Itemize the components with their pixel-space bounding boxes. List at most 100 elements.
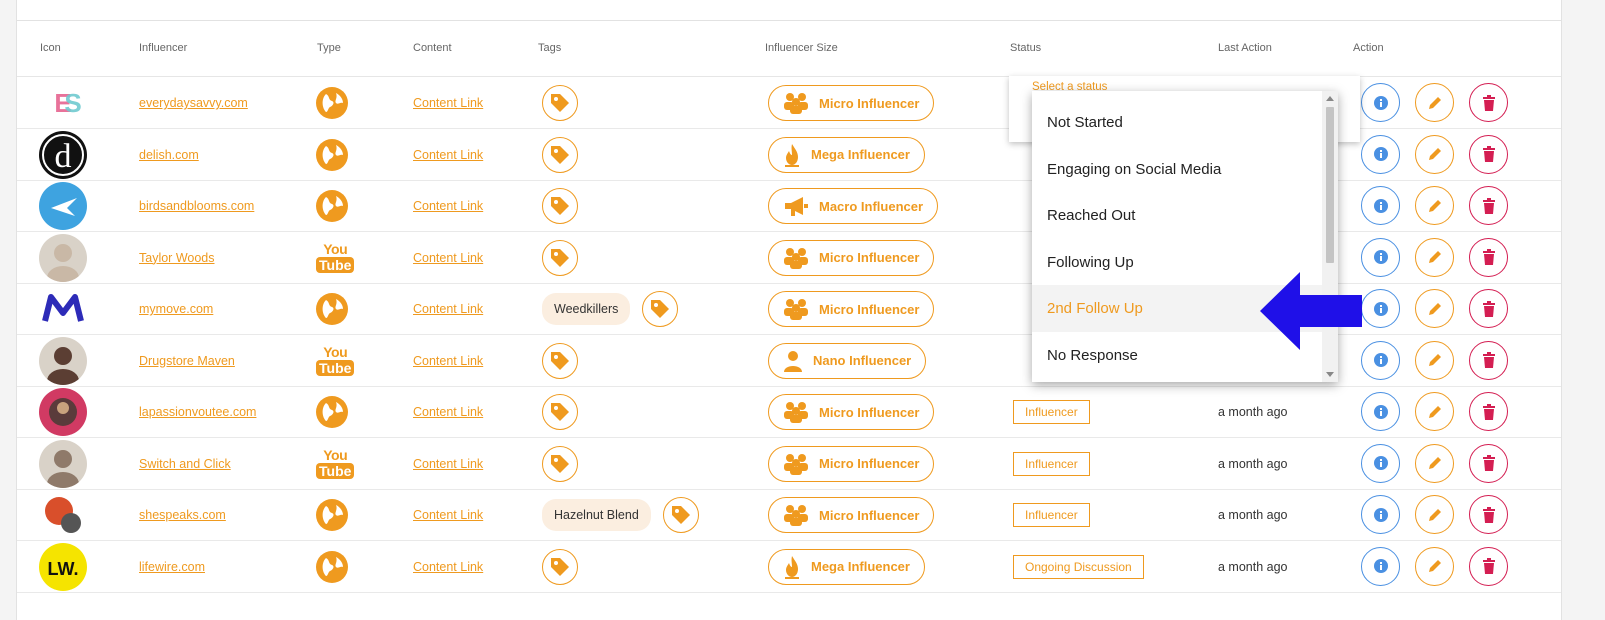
influencer-link[interactable]: lifewire.com — [139, 560, 205, 574]
trash-icon — [1482, 558, 1495, 574]
content-link[interactable]: Content Link — [413, 560, 483, 574]
delete-button[interactable] — [1469, 340, 1508, 380]
content-link[interactable]: Content Link — [413, 508, 483, 522]
edit-button[interactable] — [1415, 83, 1454, 122]
content-link[interactable]: Content Link — [413, 199, 483, 213]
delete-button[interactable] — [1469, 443, 1508, 483]
delete-button[interactable] — [1469, 134, 1508, 174]
influencer-size-badge[interactable]: Micro Influencer — [768, 239, 935, 276]
info-icon — [1373, 353, 1388, 367]
edit-button[interactable] — [1415, 289, 1454, 328]
delete-button[interactable] — [1469, 83, 1508, 122]
add-tag-button[interactable] — [542, 394, 578, 430]
delete-button[interactable] — [1469, 495, 1508, 534]
info-button[interactable] — [1361, 237, 1400, 277]
info-button[interactable] — [1361, 134, 1400, 174]
table-header: Icon Influencer Type Content Tags Influe… — [17, 21, 1561, 77]
delete-button[interactable] — [1469, 392, 1508, 431]
header-action: Action — [1353, 42, 1384, 54]
table-row: shespeaks.com Content Link Hazelnut Blen… — [17, 489, 1561, 541]
influencer-link[interactable]: shespeaks.com — [139, 508, 226, 522]
influencer-size-badge[interactable]: Micro Influencer — [768, 497, 935, 533]
group-icon — [784, 299, 808, 320]
content-link[interactable]: Content Link — [413, 251, 483, 265]
delete-button[interactable] — [1469, 289, 1508, 328]
influencer-size-badge[interactable]: Nano Influencer — [768, 342, 927, 379]
info-button[interactable] — [1361, 495, 1400, 534]
info-button[interactable] — [1361, 289, 1400, 328]
status-badge[interactable]: Influencer — [1013, 451, 1090, 476]
add-tag-button[interactable] — [662, 497, 699, 533]
add-tag-button[interactable] — [542, 445, 578, 482]
edit-button[interactable] — [1415, 495, 1454, 534]
content-link[interactable]: Content Link — [413, 148, 483, 162]
add-tag-button[interactable] — [542, 342, 578, 379]
influencer-size-badge[interactable]: Micro Influencer — [768, 291, 935, 327]
add-tag-button[interactable] — [642, 291, 679, 327]
content-link[interactable]: Content Link — [413, 457, 483, 471]
tag-icon — [551, 248, 569, 267]
edit-button[interactable] — [1415, 443, 1454, 483]
info-button[interactable] — [1361, 443, 1400, 483]
info-icon — [1373, 147, 1388, 161]
pencil-icon — [1428, 560, 1441, 572]
influencer-link[interactable]: Drugstore Maven — [139, 354, 235, 368]
scroll-down-icon[interactable] — [1326, 372, 1334, 377]
add-tag-button[interactable] — [542, 136, 578, 173]
add-tag-button[interactable] — [542, 239, 578, 276]
influencer-size-badge[interactable]: Micro Influencer — [768, 445, 935, 482]
delete-button[interactable] — [1469, 546, 1508, 586]
content-link[interactable]: Content Link — [413, 405, 483, 419]
influencer-size-badge[interactable]: Mega Influencer — [768, 136, 925, 173]
delete-button[interactable] — [1469, 237, 1508, 277]
influencer-link[interactable]: mymove.com — [139, 302, 213, 316]
tag-icon — [651, 300, 670, 318]
influencer-link[interactable]: delish.com — [139, 148, 199, 162]
scroll-up-icon[interactable] — [1326, 96, 1334, 101]
content-link[interactable]: Content Link — [413, 302, 483, 316]
status-badge[interactable]: Influencer — [1013, 400, 1090, 424]
last-action-time: a month ago — [1218, 456, 1288, 471]
info-button[interactable] — [1361, 546, 1400, 586]
add-tag-button[interactable] — [542, 85, 578, 121]
info-button[interactable] — [1361, 186, 1400, 225]
edit-button[interactable] — [1415, 392, 1454, 431]
influencer-link[interactable]: Switch and Click — [139, 457, 231, 471]
content-link[interactable]: Content Link — [413, 354, 483, 368]
content-link[interactable]: Content Link — [413, 96, 483, 110]
info-button[interactable] — [1361, 340, 1400, 380]
influencer-link[interactable]: Taylor Woods — [139, 251, 215, 265]
add-tag-button[interactable] — [542, 188, 578, 224]
status-option-not-started[interactable]: Not Started — [1032, 99, 1322, 146]
influencer-size-badge[interactable]: Micro Influencer — [768, 394, 935, 430]
tag-chip[interactable]: Hazelnut Blend — [542, 499, 651, 531]
scrollbar-thumb[interactable] — [1326, 107, 1334, 263]
edit-button[interactable] — [1415, 340, 1454, 380]
influencer-size-badge[interactable]: Mega Influencer — [768, 548, 925, 585]
influencer-link[interactable]: everydaysavvy.com — [139, 96, 248, 110]
influencer-link[interactable]: birdsandblooms.com — [139, 199, 254, 213]
header-influencer-size: Influencer Size — [765, 42, 838, 54]
status-badge[interactable]: Influencer — [1013, 503, 1090, 527]
edit-button[interactable] — [1415, 546, 1454, 586]
influencer-link[interactable]: lapassionvoutee.com — [139, 405, 256, 419]
last-action-time: a month ago — [1218, 508, 1288, 522]
edit-button[interactable] — [1415, 134, 1454, 174]
edit-button[interactable] — [1415, 186, 1454, 225]
delete-button[interactable] — [1469, 186, 1508, 225]
influencer-size-badge[interactable]: Micro Influencer — [768, 85, 935, 121]
globe-icon — [316, 87, 348, 119]
influencer-size-badge[interactable]: Macro Influencer — [768, 188, 939, 224]
pencil-icon — [1428, 199, 1441, 212]
status-option-engaging-social[interactable]: Engaging on Social Media — [1032, 146, 1322, 193]
add-tag-button[interactable] — [542, 548, 578, 585]
avatar: ES — [39, 77, 87, 129]
tag-icon — [551, 454, 569, 473]
info-button[interactable] — [1361, 83, 1400, 122]
edit-button[interactable] — [1415, 237, 1454, 277]
globe-icon — [316, 499, 348, 531]
tag-chip[interactable]: Weedkillers — [542, 293, 631, 325]
status-option-reached-out[interactable]: Reached Out — [1032, 192, 1322, 239]
info-button[interactable] — [1361, 392, 1400, 431]
status-badge[interactable]: Ongoing Discussion — [1013, 554, 1144, 579]
